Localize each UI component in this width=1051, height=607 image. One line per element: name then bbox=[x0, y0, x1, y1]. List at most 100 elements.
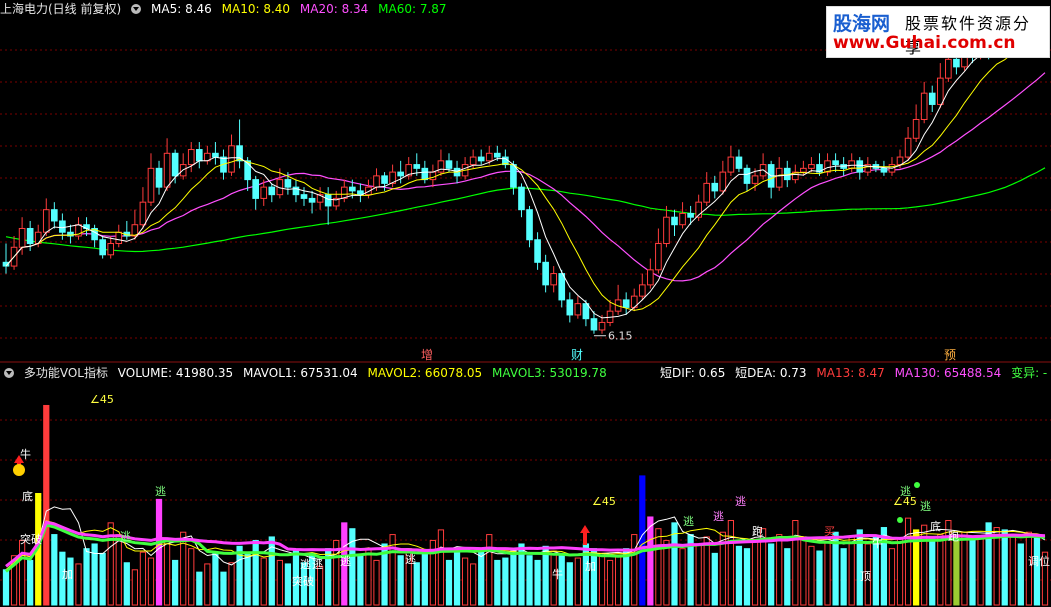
candle-up bbox=[808, 164, 815, 169]
candle-up bbox=[260, 186, 268, 199]
candle-up bbox=[824, 160, 831, 173]
volume-bar-down bbox=[768, 543, 775, 606]
candle-down bbox=[832, 160, 839, 166]
volume-bar-down bbox=[244, 551, 251, 606]
volume-bar-up bbox=[961, 531, 968, 606]
signal-label: 买 bbox=[824, 525, 835, 538]
event-marker-2: 财 bbox=[571, 348, 583, 362]
volume-bar-up bbox=[792, 519, 799, 606]
candle-down bbox=[59, 220, 66, 233]
volume-bar-down bbox=[220, 571, 227, 606]
volume-bar-up bbox=[228, 562, 235, 606]
volume-indicator-name: 多功能VOL指标 bbox=[23, 366, 108, 380]
settings-icon[interactable] bbox=[131, 4, 142, 14]
volume-bar-down bbox=[2, 569, 10, 606]
signal-label: 逃 bbox=[155, 485, 166, 498]
signal-dot bbox=[914, 482, 920, 488]
price-legend: 上海电力(日线 前复权) MA5: 8.46 MA10: 8.40 MA20: … bbox=[0, 0, 453, 18]
candle-up bbox=[727, 156, 735, 173]
signal-label: 逃 bbox=[735, 495, 746, 508]
candle-up bbox=[655, 243, 662, 271]
volume-bar-down bbox=[397, 555, 404, 606]
volume-bar-down bbox=[284, 563, 292, 606]
volume-bar-up bbox=[937, 534, 944, 606]
candle-down bbox=[26, 227, 34, 245]
ma13-legend: MA13: 8.47 bbox=[816, 366, 885, 380]
chart-title: 上海电力(日线 前复权) bbox=[0, 2, 122, 16]
volume-bar-down bbox=[840, 548, 847, 606]
candle-down bbox=[477, 156, 485, 162]
candle-down bbox=[953, 58, 960, 68]
volume-bar-up bbox=[703, 536, 710, 606]
candle-up bbox=[187, 149, 195, 166]
volume-bar-down bbox=[27, 559, 34, 606]
buy-arrow-icon bbox=[580, 525, 590, 545]
candle-down bbox=[300, 194, 308, 199]
candle-up bbox=[469, 156, 477, 166]
signal-label: 突破 bbox=[20, 532, 42, 546]
low-annotation-label: 6.15 bbox=[608, 330, 633, 343]
volume-bar-up bbox=[204, 563, 211, 606]
volume-bar-up bbox=[896, 538, 904, 606]
signal-label: 底 bbox=[930, 519, 941, 533]
volume-bar-up bbox=[904, 517, 912, 606]
signal-label: 牛 bbox=[20, 447, 31, 461]
candle-down bbox=[687, 212, 694, 218]
candle-down bbox=[558, 273, 566, 301]
volume-bar-down bbox=[67, 557, 74, 606]
volume-bar-up bbox=[1025, 531, 1033, 606]
settings-icon[interactable] bbox=[4, 368, 14, 378]
volume-bar-down bbox=[784, 548, 791, 606]
candle-down bbox=[880, 167, 888, 173]
candle-up bbox=[18, 227, 26, 248]
volume-bar-up bbox=[163, 538, 171, 606]
candle-down bbox=[51, 209, 58, 222]
candle-down bbox=[534, 239, 541, 263]
volume-bar-down bbox=[566, 562, 573, 606]
volume-bar-down bbox=[929, 538, 936, 606]
watermark-url: www.Guhai.com.cn bbox=[833, 33, 1016, 53]
event-marker-3: 预 bbox=[944, 348, 956, 362]
volume-bar-down bbox=[413, 562, 420, 606]
dif-legend: 短DIF: 0.65 bbox=[660, 366, 726, 380]
candle-down bbox=[566, 299, 574, 316]
signal-label: 突破 bbox=[292, 574, 314, 588]
event-marker-1: 增 bbox=[421, 348, 433, 362]
volume-bar-down bbox=[478, 551, 485, 606]
volume-bar-down bbox=[1017, 543, 1024, 606]
candle-down bbox=[743, 167, 751, 184]
volume-bar-down bbox=[502, 557, 509, 606]
volume-bar-up bbox=[373, 559, 380, 606]
volume-bar-down bbox=[212, 552, 219, 606]
volume-bar-down bbox=[445, 559, 453, 606]
candle-down bbox=[582, 303, 590, 320]
signal-label: 逃 bbox=[713, 510, 724, 523]
volume-bar-down bbox=[816, 550, 823, 606]
candle-up bbox=[800, 167, 807, 173]
signal-label: 牛 bbox=[552, 567, 563, 581]
signal-label: 逃 bbox=[340, 555, 351, 568]
volume-bar-up bbox=[808, 545, 815, 606]
volume-bar-down bbox=[83, 548, 90, 606]
mavol3-legend: MAVOL3: 53019.78 bbox=[492, 366, 607, 380]
volume-bar-up bbox=[75, 563, 82, 606]
volume-bar-down bbox=[252, 539, 259, 606]
candle-up bbox=[550, 273, 558, 286]
candle-up bbox=[912, 118, 920, 139]
volume-bar-down bbox=[43, 404, 50, 606]
signal-label: 逃 bbox=[683, 515, 694, 528]
candle-up bbox=[751, 175, 759, 184]
candle-down bbox=[413, 164, 421, 169]
stock-chart[interactable]: 6.15增财预牛底突破加∠45逃逃逃 逃突破逃 逃牛∠45加逃 逃逃跑 买牛∠45逃顶逃… bbox=[0, 0, 1051, 607]
candle-up bbox=[373, 175, 380, 188]
candle-up bbox=[115, 231, 123, 245]
ma20-legend: MA20: 8.34 bbox=[299, 2, 369, 16]
candle-up bbox=[147, 167, 155, 203]
volume-bar-up bbox=[776, 534, 783, 606]
candle-down bbox=[526, 209, 533, 241]
volume-bar-up bbox=[679, 548, 686, 606]
volume-bar-up bbox=[365, 548, 372, 606]
volume-bar-up bbox=[437, 529, 445, 606]
signal-label: 调位 bbox=[1028, 554, 1050, 568]
ma10-legend: MA10: 8.40 bbox=[221, 2, 291, 16]
